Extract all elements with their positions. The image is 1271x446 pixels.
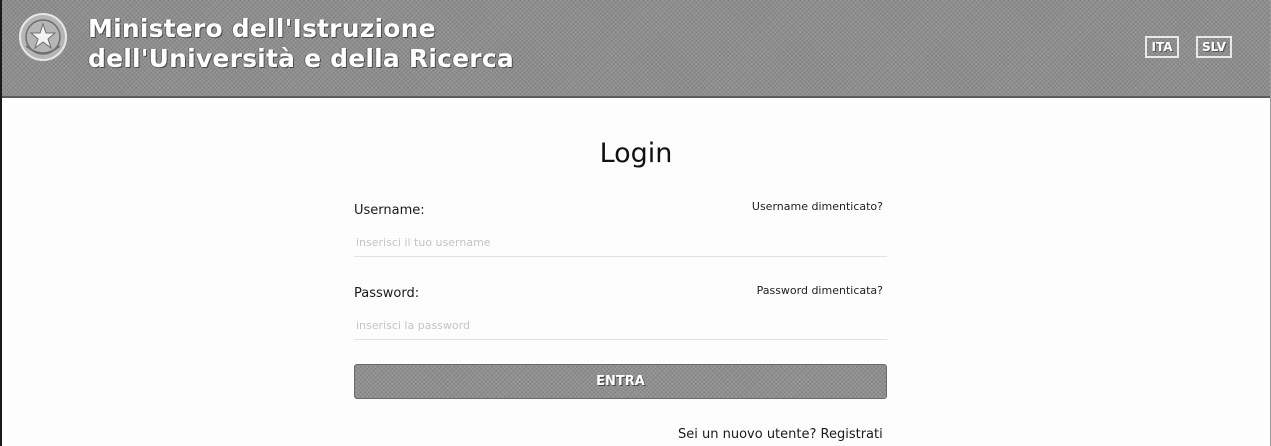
language-slv-button[interactable]: SLV <box>1196 36 1232 58</box>
username-label: Username: <box>354 203 425 218</box>
page-frame: Ministero dell'Istruzione dell'Universit… <box>0 0 1271 446</box>
password-input[interactable] <box>354 312 887 340</box>
register-link[interactable]: Registrati <box>821 427 883 442</box>
register-question: Sei un nuovo utente? <box>678 427 817 442</box>
ministry-title-line1: Ministero dell'Istruzione <box>88 14 436 43</box>
username-input[interactable] <box>354 229 887 257</box>
language-ita-button[interactable]: ITA <box>1145 36 1179 58</box>
ministry-title: Ministero dell'Istruzione dell'Universit… <box>88 14 514 74</box>
login-title: Login <box>599 138 673 169</box>
forgot-password-link[interactable]: Password dimenticata? <box>757 284 883 297</box>
italian-republic-emblem-icon <box>19 13 67 61</box>
forgot-username-link[interactable]: Username dimenticato? <box>752 200 883 213</box>
password-label: Password: <box>354 286 420 301</box>
site-header: Ministero dell'Istruzione dell'Universit… <box>2 0 1270 98</box>
login-submit-button[interactable]: ENTRA <box>354 364 887 399</box>
ministry-title-line2: dell'Università e della Ricerca <box>88 44 514 73</box>
register-prompt: Sei un nuovo utente? Registrati <box>678 427 883 442</box>
